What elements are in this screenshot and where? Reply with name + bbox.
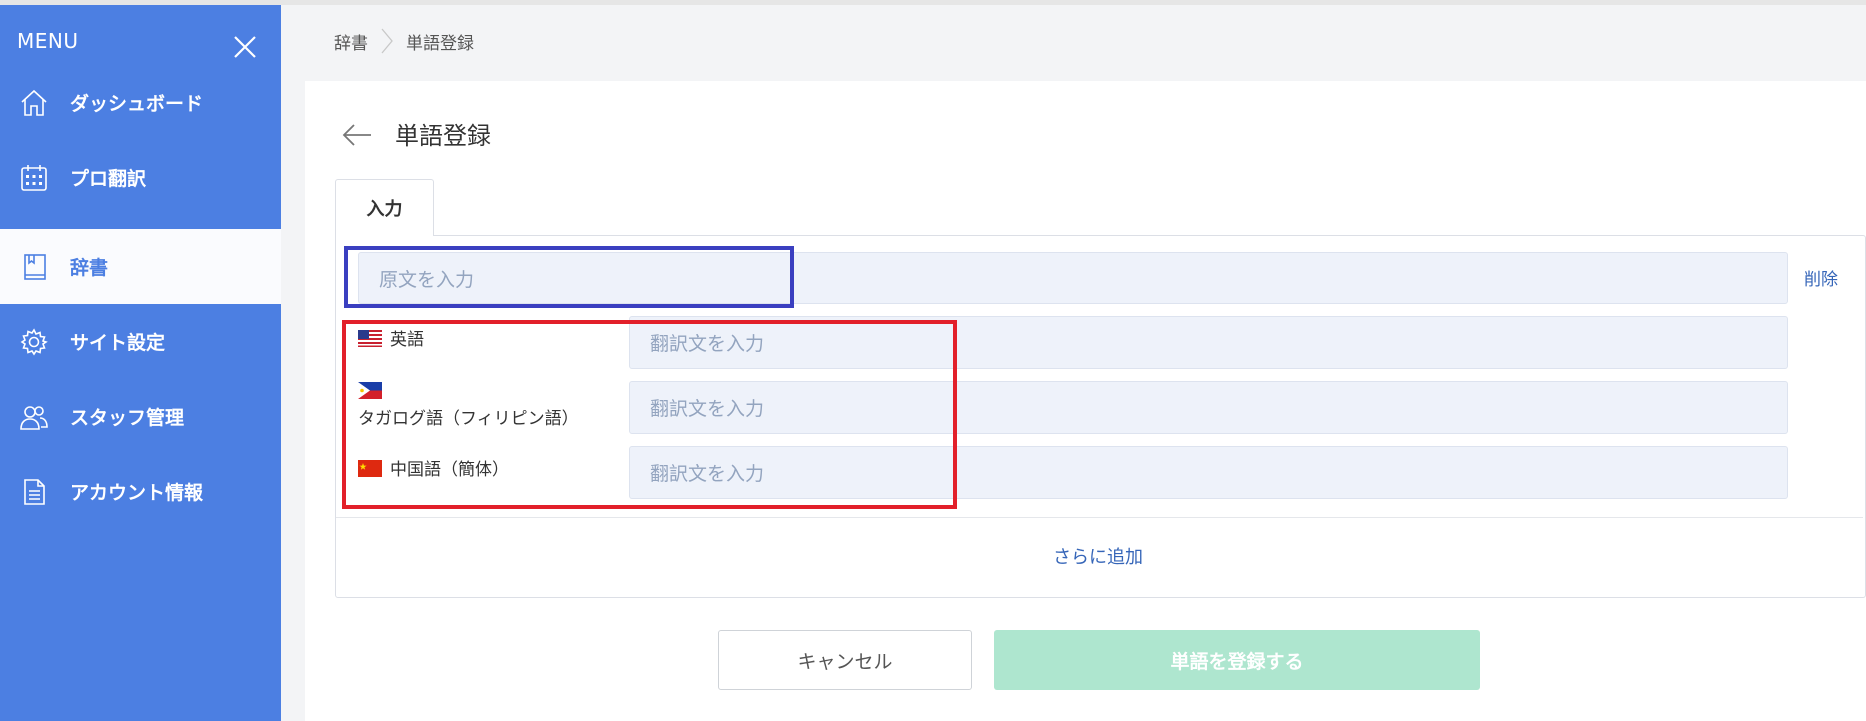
document-icon [17, 475, 51, 509]
language-label-chinese: 中国語（簡体） [358, 457, 509, 484]
back-arrow-icon[interactable] [341, 122, 373, 148]
philippines-flag-icon [358, 381, 382, 399]
home-icon [17, 86, 51, 120]
sidebar-item-label: 辞書 [70, 257, 109, 279]
language-label-english: 英語 [358, 327, 424, 354]
language-label-tagalog: タガログ語（フィリピン語） [358, 379, 608, 433]
sidebar-item-dictionary[interactable]: 辞書 [0, 229, 281, 304]
sidebar-item-label: スタッフ管理 [70, 407, 185, 429]
close-icon[interactable] [228, 30, 262, 64]
china-flag-icon [358, 459, 382, 477]
delete-link[interactable]: 削除 [1804, 265, 1838, 290]
source-text-input[interactable]: 原文を入力 [358, 252, 1788, 304]
breadcrumb-item-current: 単語登録 [406, 33, 474, 54]
sidebar-item-label: ダッシュボード [70, 93, 204, 115]
divider [336, 517, 1863, 518]
register-word-button[interactable]: 単語を登録する [994, 630, 1480, 690]
calendar-icon [17, 161, 51, 195]
page-title: 単語登録 [395, 122, 491, 150]
sidebar-item-staff[interactable]: スタッフ管理 [0, 379, 281, 454]
cancel-button[interactable]: キャンセル [718, 630, 972, 690]
chevron-right-icon [381, 28, 393, 54]
translation-input-english[interactable]: 翻訳文を入力 [629, 316, 1788, 369]
breadcrumb-item-dictionary[interactable]: 辞書 [334, 29, 368, 54]
sidebar-item-site-settings[interactable]: サイト設定 [0, 304, 281, 379]
us-flag-icon [358, 329, 382, 347]
sidebar: MENU ダッシュボード プロ翻訳 辞書 サイト設定 スタッフ管理 アカウント情… [0, 5, 281, 721]
gear-icon [17, 325, 51, 359]
sidebar-item-label: アカウント情報 [70, 482, 204, 504]
breadcrumb: 辞書 単語登録 [334, 28, 474, 54]
sidebar-item-label: サイト設定 [70, 332, 166, 354]
tab-input[interactable]: 入力 [335, 179, 434, 236]
sidebar-item-dashboard[interactable]: ダッシュボード [0, 65, 281, 140]
translation-input-tagalog[interactable]: 翻訳文を入力 [629, 381, 1788, 434]
sidebar-item-label: プロ翻訳 [70, 168, 147, 190]
sidebar-item-pro-translation[interactable]: プロ翻訳 [0, 140, 281, 215]
menu-label: MENU [17, 29, 79, 53]
add-more-link[interactable]: さらに追加 [1053, 543, 1143, 569]
book-icon [17, 250, 51, 284]
translation-input-chinese[interactable]: 翻訳文を入力 [629, 446, 1788, 499]
sidebar-item-account[interactable]: アカウント情報 [0, 454, 281, 529]
users-icon [17, 400, 51, 434]
